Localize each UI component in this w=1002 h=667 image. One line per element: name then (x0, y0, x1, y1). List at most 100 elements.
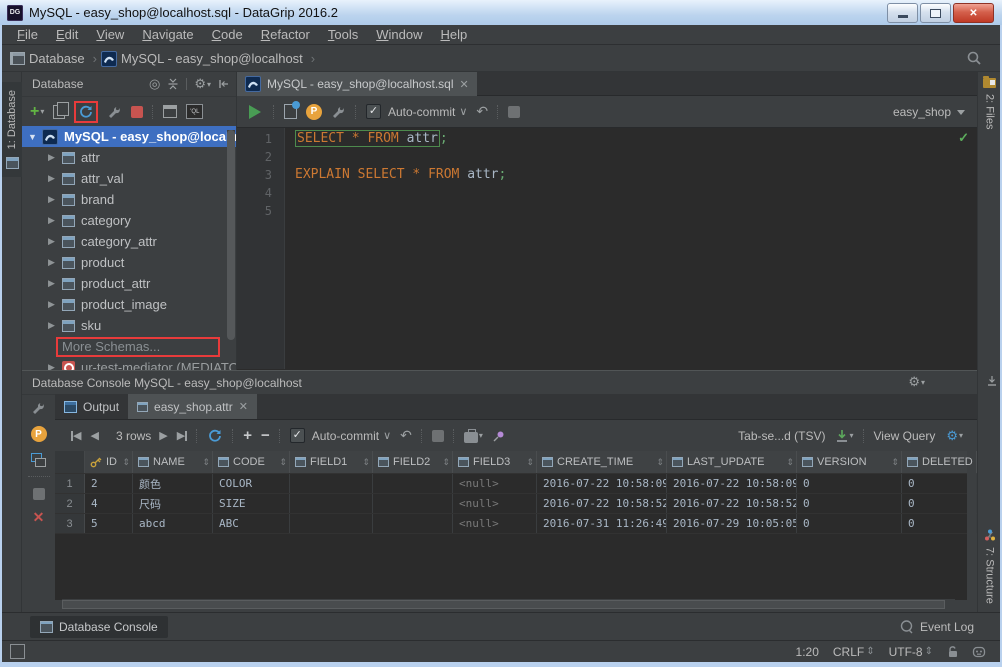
table-cell[interactable]: 0 (797, 494, 902, 513)
sort-icon[interactable]: ⇕ (526, 457, 534, 468)
expand-arrow-icon[interactable]: ▶ (48, 362, 62, 370)
add-datasource-button[interactable]: + ▾ (30, 103, 44, 119)
execute-settings-icon[interactable] (284, 101, 300, 119)
last-page-icon[interactable]: ▶ (177, 429, 188, 442)
code-line[interactable] (295, 148, 977, 166)
table-cell[interactable]: <null> (453, 514, 537, 533)
table-cell[interactable] (290, 474, 373, 493)
console-panel-header[interactable]: Database Console MySQL - easy_shop@local… (22, 371, 977, 395)
menu-view[interactable]: View (87, 27, 133, 42)
column-header-code[interactable]: CODE ⇕ (213, 451, 290, 473)
table-cell[interactable]: <null> (453, 474, 537, 493)
expand-arrow-icon[interactable]: ▶ (48, 215, 62, 226)
chevron-down-icon[interactable]: ∨ (459, 105, 467, 118)
tree-item-category[interactable]: ▶ category (22, 210, 236, 231)
previous-page-icon[interactable]: ◀ (90, 429, 98, 442)
menu-help[interactable]: Help (431, 27, 476, 42)
toolwindow-tab-files[interactable]: 2: Files (978, 76, 1001, 129)
schema-selector[interactable]: easy_shop (893, 96, 965, 128)
duplicate-icon[interactable] (53, 101, 70, 119)
code-line[interactable]: EXPLAIN SELECT * FROM attr; (295, 166, 977, 184)
window-titlebar[interactable]: DG MySQL - easy_shop@localhost.sql - Dat… (0, 0, 1002, 25)
table-cell[interactable]: 2016-07-31 11:26:49 (537, 514, 667, 533)
table-cell[interactable]: 0 (797, 474, 902, 493)
sort-icon[interactable]: ⇕ (442, 457, 450, 468)
menu-refactor[interactable]: Refactor (252, 27, 319, 42)
tree-item-category_attr[interactable]: ▶ category_attr (22, 231, 236, 252)
column-header-field3[interactable]: FIELD3 ⇕ (453, 451, 537, 473)
line-ending-selector[interactable]: CRLF ⇕ (833, 645, 875, 659)
close-button[interactable]: ✕ (953, 3, 994, 23)
properties-wrench-icon[interactable] (107, 104, 122, 119)
sort-icon[interactable]: ⇕ (656, 457, 664, 468)
more-schemas-label[interactable]: More Schemas... (56, 336, 220, 357)
settings-wrench-icon[interactable] (31, 400, 46, 415)
column-header-field1[interactable]: FIELD1 ⇕ (290, 451, 373, 473)
table-row[interactable]: 1 2 颜色 COLOR <null> 2016-07-22 10:58:09 2016-0… (55, 474, 977, 494)
tree-item-attr[interactable]: ▶ attr (22, 147, 236, 168)
hide-panel-down-icon[interactable] (986, 375, 998, 387)
rollback-icon[interactable]: ↶ (476, 103, 488, 120)
table-cell[interactable]: abcd (133, 514, 213, 533)
code-area[interactable]: SELECT * FROM attr; EXPLAIN SELECT * FROM… (285, 128, 977, 369)
column-header-id[interactable]: ID ⇕ (85, 451, 133, 473)
column-header-version[interactable]: VERSION ⇕ (797, 451, 902, 473)
horizontal-scrollbar[interactable] (62, 599, 955, 610)
refresh-icon[interactable] (78, 104, 94, 120)
refresh-icon[interactable] (207, 428, 223, 444)
expand-arrow-icon[interactable]: ▶ (48, 236, 62, 247)
commit-icon[interactable]: ▾ (463, 428, 483, 443)
table-cell[interactable]: 2 (85, 474, 133, 493)
expand-arrow-icon[interactable]: ▶ (48, 173, 62, 184)
gear-icon[interactable]: ⚙ ▾ (194, 76, 211, 92)
view-query-button[interactable]: View Query (874, 429, 936, 443)
table-cell[interactable]: 颜色 (133, 474, 213, 493)
table-cell[interactable] (290, 514, 373, 533)
table-cell[interactable]: 0 (797, 514, 902, 533)
parameters-icon[interactable]: P (30, 426, 47, 442)
rollback-icon[interactable]: ↶ (400, 427, 412, 444)
expand-arrow-icon[interactable]: ▶ (48, 257, 62, 268)
tree-item-product_image[interactable]: ▶ product_image (22, 294, 236, 315)
editor-tab-sql-file[interactable]: MySQL - easy_shop@localhost.sql ✕ (237, 72, 477, 96)
toolwindow-tab-database[interactable]: 1: Database (2, 82, 22, 178)
expand-arrow-icon[interactable]: ▶ (48, 299, 62, 310)
table-cell[interactable]: 5 (85, 514, 133, 533)
table-cell[interactable]: <null> (453, 494, 537, 513)
horizontal-scrollbar-thumb[interactable] (62, 600, 945, 609)
tree-root-connection[interactable]: ▼ MySQL - easy_shop@localho (22, 126, 236, 147)
sort-icon[interactable]: ⇕ (122, 457, 130, 468)
caret-position[interactable]: 1:20 (796, 645, 819, 659)
encoding-selector[interactable]: UTF-8 ⇕ (889, 645, 933, 659)
download-icon[interactable]: ▾ (835, 429, 854, 443)
menu-navigate[interactable]: Navigate (133, 27, 202, 42)
collapse-all-icon[interactable] (167, 78, 179, 90)
menu-file[interactable]: File (8, 27, 47, 42)
menu-code[interactable]: Code (203, 27, 252, 42)
column-header-last_update[interactable]: LAST_UPDATE ⇕ (667, 451, 797, 473)
table-row[interactable]: 3 5 abcd ABC <null> 2016-07-31 11:26:49 2016-0… (55, 514, 977, 534)
gear-icon[interactable]: ⚙ ▾ (908, 374, 925, 390)
tree-item-product[interactable]: ▶ product (22, 252, 236, 273)
tree-item-sku[interactable]: ▶ sku (22, 315, 236, 336)
console-settings-wrench-icon[interactable] (331, 104, 346, 119)
event-log-button[interactable]: Event Log (899, 620, 974, 634)
table-cell[interactable]: 2016-07-29 10:05:05 (667, 514, 797, 533)
run-icon[interactable] (249, 104, 261, 119)
column-header-field2[interactable]: FIELD2 ⇕ (373, 451, 453, 473)
column-header-name[interactable]: NAME ⇕ (133, 451, 213, 473)
code-line[interactable]: SELECT * FROM attr; (295, 130, 977, 148)
pin-icon[interactable] (492, 429, 506, 443)
menu-window[interactable]: Window (367, 27, 431, 42)
tree-item-product_attr[interactable]: ▶ product_attr (22, 273, 236, 294)
stop-icon[interactable] (131, 105, 144, 118)
table-cell[interactable]: 2016-07-22 10:58:52 (667, 494, 797, 513)
table-cell[interactable]: 2016-07-22 10:58:52 (537, 494, 667, 513)
code-line[interactable] (295, 184, 977, 202)
column-header-deleted[interactable]: DELETED⇕ (902, 451, 977, 473)
editor-body[interactable]: 12345 SELECT * FROM attr; EXPLAIN SELECT … (237, 128, 977, 369)
toolwindow-toggle-icon[interactable] (10, 644, 25, 659)
parameters-icon[interactable]: P (306, 103, 322, 120)
menu-tools[interactable]: Tools (319, 27, 367, 42)
maximize-button[interactable] (920, 3, 951, 23)
